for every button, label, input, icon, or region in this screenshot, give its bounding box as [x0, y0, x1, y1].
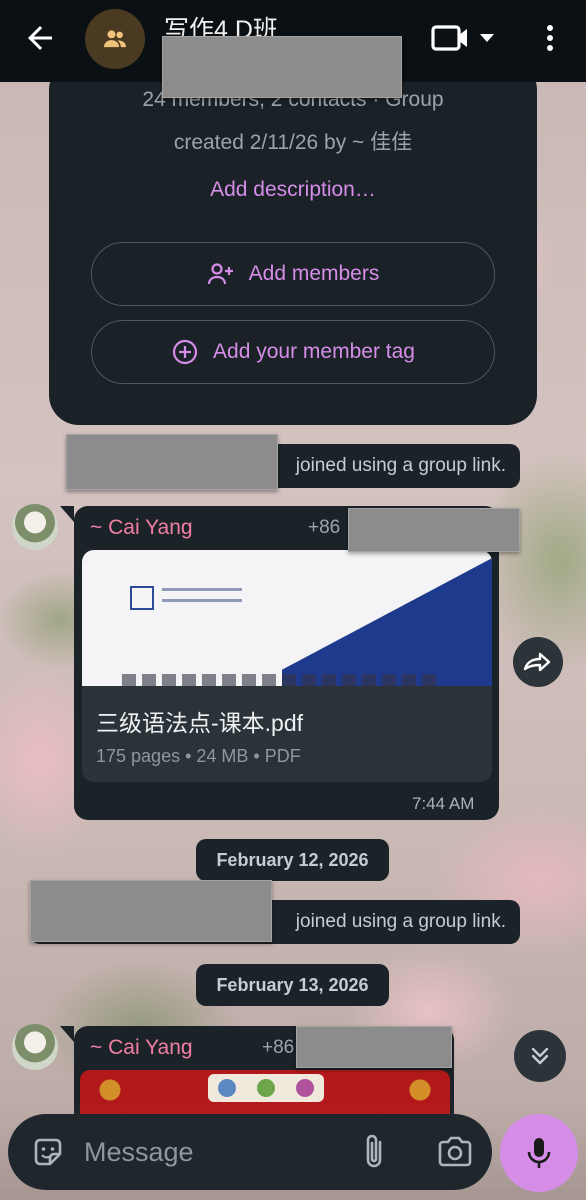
- created-line: created 2/11/26 by ~ 佳佳: [173, 131, 413, 154]
- more-options-button[interactable]: [536, 20, 564, 56]
- message-bubble[interactable]: ~ Cai Yang +86 三级语法点-课本.pdf 175 pages • …: [74, 506, 499, 820]
- redacted-name: [30, 880, 272, 942]
- scroll-to-bottom-button[interactable]: [514, 1030, 566, 1082]
- double-chevron-down-icon: [531, 1047, 549, 1065]
- redacted-name: [66, 434, 278, 490]
- sticker-button[interactable]: [30, 1134, 66, 1170]
- camera-icon: [438, 1136, 472, 1167]
- sender-name[interactable]: ~ Cai Yang: [90, 1036, 193, 1060]
- document-preview: [82, 550, 492, 686]
- camera-button[interactable]: [436, 1134, 474, 1170]
- redacted-subtitle: [162, 36, 402, 98]
- add-member-tag-label: Add your member tag: [213, 340, 415, 363]
- group-avatar[interactable]: [85, 9, 145, 69]
- chat-header: 写作4 D班: [0, 0, 586, 98]
- back-button[interactable]: [22, 20, 58, 56]
- redacted-phone: [348, 508, 520, 552]
- message-time: 7:44 AM: [412, 794, 475, 813]
- date-separator: February 12, 2026: [196, 839, 389, 881]
- arrow-left-icon: [28, 26, 52, 50]
- message-composer: [8, 1114, 492, 1190]
- microphone-icon: [527, 1138, 551, 1168]
- add-member-tag-button[interactable]: Add your member tag: [91, 320, 495, 384]
- video-call-button[interactable]: [430, 20, 502, 56]
- plus-circle-icon: [172, 339, 198, 365]
- sender-name[interactable]: ~ Cai Yang: [90, 516, 193, 540]
- join-text: joined using a group link.: [295, 455, 506, 476]
- video-camera-icon: [431, 25, 494, 51]
- more-vertical-icon: [547, 25, 553, 51]
- paperclip-icon: [366, 1134, 382, 1168]
- add-members-button[interactable]: Add members: [91, 242, 495, 306]
- document-meta: 175 pages • 24 MB • PDF: [96, 746, 301, 766]
- group-icon: [103, 30, 127, 48]
- add-description-link[interactable]: Add description…: [49, 178, 537, 202]
- group-info-card: 24 members, 2 contacts · Group created 2…: [49, 60, 537, 425]
- bubble-tail: [60, 1026, 74, 1042]
- sender-phone: +86: [308, 517, 341, 538]
- attach-button[interactable]: [360, 1132, 390, 1172]
- document-name: 三级语法点-课本.pdf: [96, 710, 304, 736]
- sender-avatar[interactable]: [12, 504, 58, 550]
- redacted-phone: [296, 1026, 452, 1068]
- document-attachment[interactable]: 三级语法点-课本.pdf 175 pages • 24 MB • PDF: [82, 550, 492, 782]
- bubble-tail: [60, 506, 74, 522]
- message-input[interactable]: [84, 1128, 344, 1176]
- add-person-icon: [207, 263, 233, 285]
- sticker-icon: [34, 1138, 62, 1166]
- add-members-label: Add members: [248, 262, 380, 285]
- join-text: joined using a group link.: [295, 911, 506, 932]
- sender-phone: +86: [262, 1037, 295, 1058]
- voice-record-button[interactable]: [500, 1114, 578, 1192]
- forward-icon: [523, 652, 551, 672]
- date-separator: February 13, 2026: [196, 964, 389, 1006]
- forward-button[interactable]: [513, 637, 563, 687]
- sender-avatar[interactable]: [12, 1024, 58, 1070]
